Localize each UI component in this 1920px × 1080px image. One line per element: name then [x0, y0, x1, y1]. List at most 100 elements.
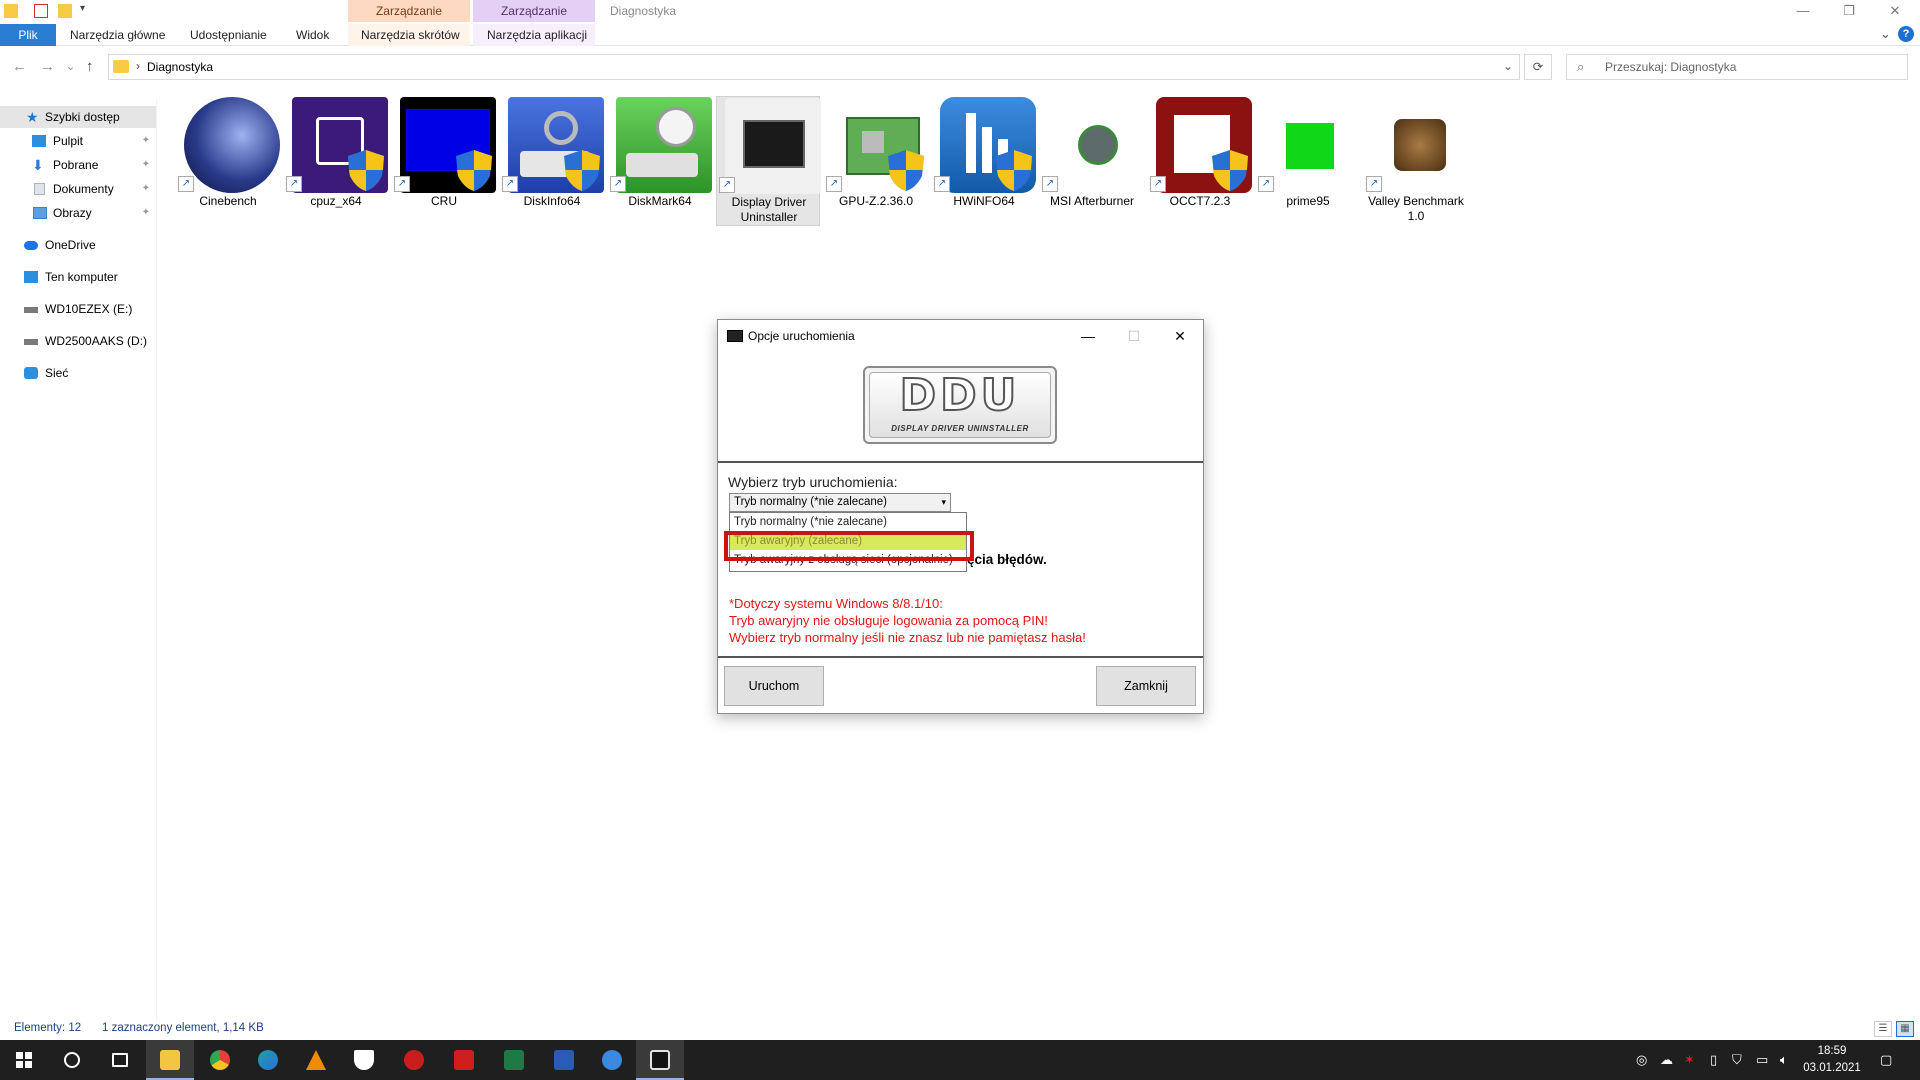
properties-icon[interactable]: [34, 4, 48, 18]
tab-home[interactable]: Narzędzia główne: [60, 24, 175, 46]
taskbar-bug-app[interactable]: [390, 1040, 438, 1080]
file-item-ddu[interactable]: ↗ Display Driver Uninstaller: [716, 96, 821, 226]
file-item-prime95[interactable]: ↗ prime95: [1256, 96, 1360, 226]
shortcut-arrow-icon: ↗: [502, 176, 518, 192]
search-circle-icon: [64, 1052, 80, 1068]
file-explorer-icon: [160, 1050, 180, 1070]
restore-button[interactable]: ❐: [1826, 0, 1872, 22]
tab-file[interactable]: Plik: [0, 24, 56, 46]
wolf-icon: [354, 1050, 374, 1070]
file-item-afterburner[interactable]: ↗ MSI Afterburner: [1040, 96, 1144, 226]
sidebar-item-label: Obrazy: [53, 206, 92, 220]
new-folder-icon[interactable]: [58, 4, 72, 18]
shortcut-arrow-icon: ↗: [1366, 176, 1382, 192]
taskbar-acrobat[interactable]: [440, 1040, 488, 1080]
taskbar-excel[interactable]: [490, 1040, 538, 1080]
dialog-minimize-button[interactable]: —: [1068, 325, 1108, 347]
taskbar-wolf-app[interactable]: [340, 1040, 388, 1080]
sidebar-item-pictures[interactable]: Obrazy ✦: [0, 202, 156, 224]
file-item-diskmark[interactable]: ↗ DiskMark64: [608, 96, 712, 226]
search-button[interactable]: [48, 1040, 96, 1080]
ddu-taskbar-icon: [650, 1050, 670, 1070]
details-view-icon[interactable]: ☰: [1874, 1021, 1892, 1037]
volume-icon[interactable]: 🔈︎: [1780, 1052, 1788, 1068]
clock[interactable]: 18:59 03.01.2021: [1800, 1043, 1864, 1077]
security-shield-icon[interactable]: ⛉: [1732, 1052, 1742, 1068]
search-input[interactable]: ⌕ Przeszukaj: Diagnostyka: [1566, 54, 1908, 80]
file-item-cinebench[interactable]: ↗ Cinebench: [176, 96, 280, 226]
recent-locations-icon[interactable]: ⌄: [66, 60, 75, 73]
tray-alert-icon[interactable]: ✶: [1684, 1052, 1695, 1068]
tab-shortcut-tools[interactable]: Narzędzia skrótów: [351, 24, 470, 46]
address-dropdown-icon[interactable]: ⌄: [1503, 59, 1513, 73]
network-status-icon[interactable]: ▭: [1756, 1052, 1768, 1068]
sidebar-item-label: Sieć: [45, 366, 69, 380]
sidebar-item-label: OneDrive: [45, 238, 96, 252]
taskbar-vlc[interactable]: [292, 1040, 340, 1080]
close-button[interactable]: ✕: [1872, 0, 1918, 22]
tray-app-icon[interactable]: ◎: [1636, 1052, 1647, 1068]
bug-icon: [404, 1050, 424, 1070]
address-bar[interactable]: › Diagnostyka ⌄: [108, 54, 1520, 80]
start-button[interactable]: [0, 1040, 48, 1080]
sidebar-item-quick-access[interactable]: ★ Szybki dostęp: [0, 106, 156, 128]
sidebar-item-drive-e[interactable]: WD10EZEX (E:): [0, 298, 156, 320]
folder-icon[interactable]: [4, 4, 18, 18]
help-icon[interactable]: ?: [1898, 26, 1914, 42]
diskmark-icon: [616, 97, 712, 193]
option-normal-mode[interactable]: Tryb normalny (*nie zalecane): [730, 514, 966, 531]
refresh-button[interactable]: ⟳: [1524, 54, 1552, 80]
file-item-cpuz[interactable]: ↗ cpuz_x64: [284, 96, 388, 226]
file-item-valley[interactable]: ↗ Valley Benchmark 1.0: [1364, 96, 1468, 226]
taskbar-network-tool[interactable]: [588, 1040, 636, 1080]
forward-icon[interactable]: →: [40, 58, 55, 75]
taskbar-chrome[interactable]: [196, 1040, 244, 1080]
up-icon[interactable]: ↑: [86, 58, 94, 75]
sidebar-item-network[interactable]: Sieć: [0, 362, 156, 384]
taskbar-file-explorer[interactable]: [146, 1040, 194, 1080]
close-dialog-button[interactable]: Zamknij: [1096, 666, 1196, 706]
uac-shield-icon: [888, 150, 924, 191]
sidebar-item-desktop[interactable]: Pulpit ✦: [0, 130, 156, 152]
sidebar-item-downloads[interactable]: ⬇ Pobrane ✦: [0, 154, 156, 176]
back-icon[interactable]: ←: [12, 58, 27, 75]
task-view-button[interactable]: [96, 1040, 144, 1080]
collapse-ribbon-icon[interactable]: ⌄: [1880, 26, 1891, 42]
notification-icon[interactable]: ▢: [1880, 1052, 1892, 1068]
file-item-cru[interactable]: ↗ CRU: [392, 96, 496, 226]
search-placeholder: Przeszukaj: Diagnostyka: [1605, 60, 1737, 74]
taskbar-word[interactable]: [540, 1040, 588, 1080]
breadcrumb[interactable]: Diagnostyka: [147, 60, 213, 74]
quick-access-dropdown-icon[interactable]: ▾: [80, 3, 85, 14]
minimize-button[interactable]: —: [1780, 0, 1826, 22]
taskbar-edge[interactable]: [244, 1040, 292, 1080]
usb-icon[interactable]: ▯: [1710, 1052, 1717, 1068]
cloud-tray-icon[interactable]: ☁: [1660, 1052, 1673, 1068]
taskbar: ◎ ☁ ✶ ▯ ⛉ ▭ 🔈︎ 18:59 03.01.2021 ▢: [0, 1040, 1920, 1080]
ddu-app-icon: [727, 330, 743, 342]
file-item-label: GPU-Z.2.36.0: [838, 194, 914, 208]
highlight-frame: [724, 531, 974, 561]
run-button[interactable]: Uruchom: [724, 666, 824, 706]
ddu-logo: DDU DISPLAY DRIVER UNINSTALLER: [863, 366, 1057, 444]
afterburner-icon: [1048, 97, 1144, 193]
tab-view[interactable]: Widok: [286, 24, 339, 46]
mode-select[interactable]: Tryb normalny (*nie zalecane) ▾: [729, 493, 951, 512]
tab-share[interactable]: Udostępnianie: [180, 24, 277, 46]
sidebar-item-documents[interactable]: Dokumenty ✦: [0, 178, 156, 200]
vlc-icon: [306, 1050, 326, 1070]
sidebar-item-drive-d[interactable]: WD2500AAKS (D:): [0, 330, 156, 352]
taskbar-ddu[interactable]: [636, 1040, 684, 1080]
file-item-diskinfo[interactable]: ↗ DiskInfo64: [500, 96, 604, 226]
pin-icon: ✦: [141, 159, 150, 170]
file-item-label: Display Driver Uninstaller: [731, 195, 807, 224]
file-item-occt[interactable]: ↗ OCCT7.2.3: [1148, 96, 1252, 226]
file-item-gpuz[interactable]: ↗ GPU-Z.2.36.0: [824, 96, 928, 226]
tab-app-tools[interactable]: Narzędzia aplikacji: [477, 24, 597, 46]
cloud-icon: [24, 241, 38, 250]
sidebar-item-this-pc[interactable]: Ten komputer: [0, 266, 156, 288]
file-item-hwinfo[interactable]: ↗ HWiNFO64: [932, 96, 1036, 226]
sidebar-item-onedrive[interactable]: OneDrive: [0, 234, 156, 256]
large-icons-view-icon[interactable]: ▦: [1896, 1021, 1914, 1037]
dialog-close-button[interactable]: ✕: [1160, 325, 1200, 347]
